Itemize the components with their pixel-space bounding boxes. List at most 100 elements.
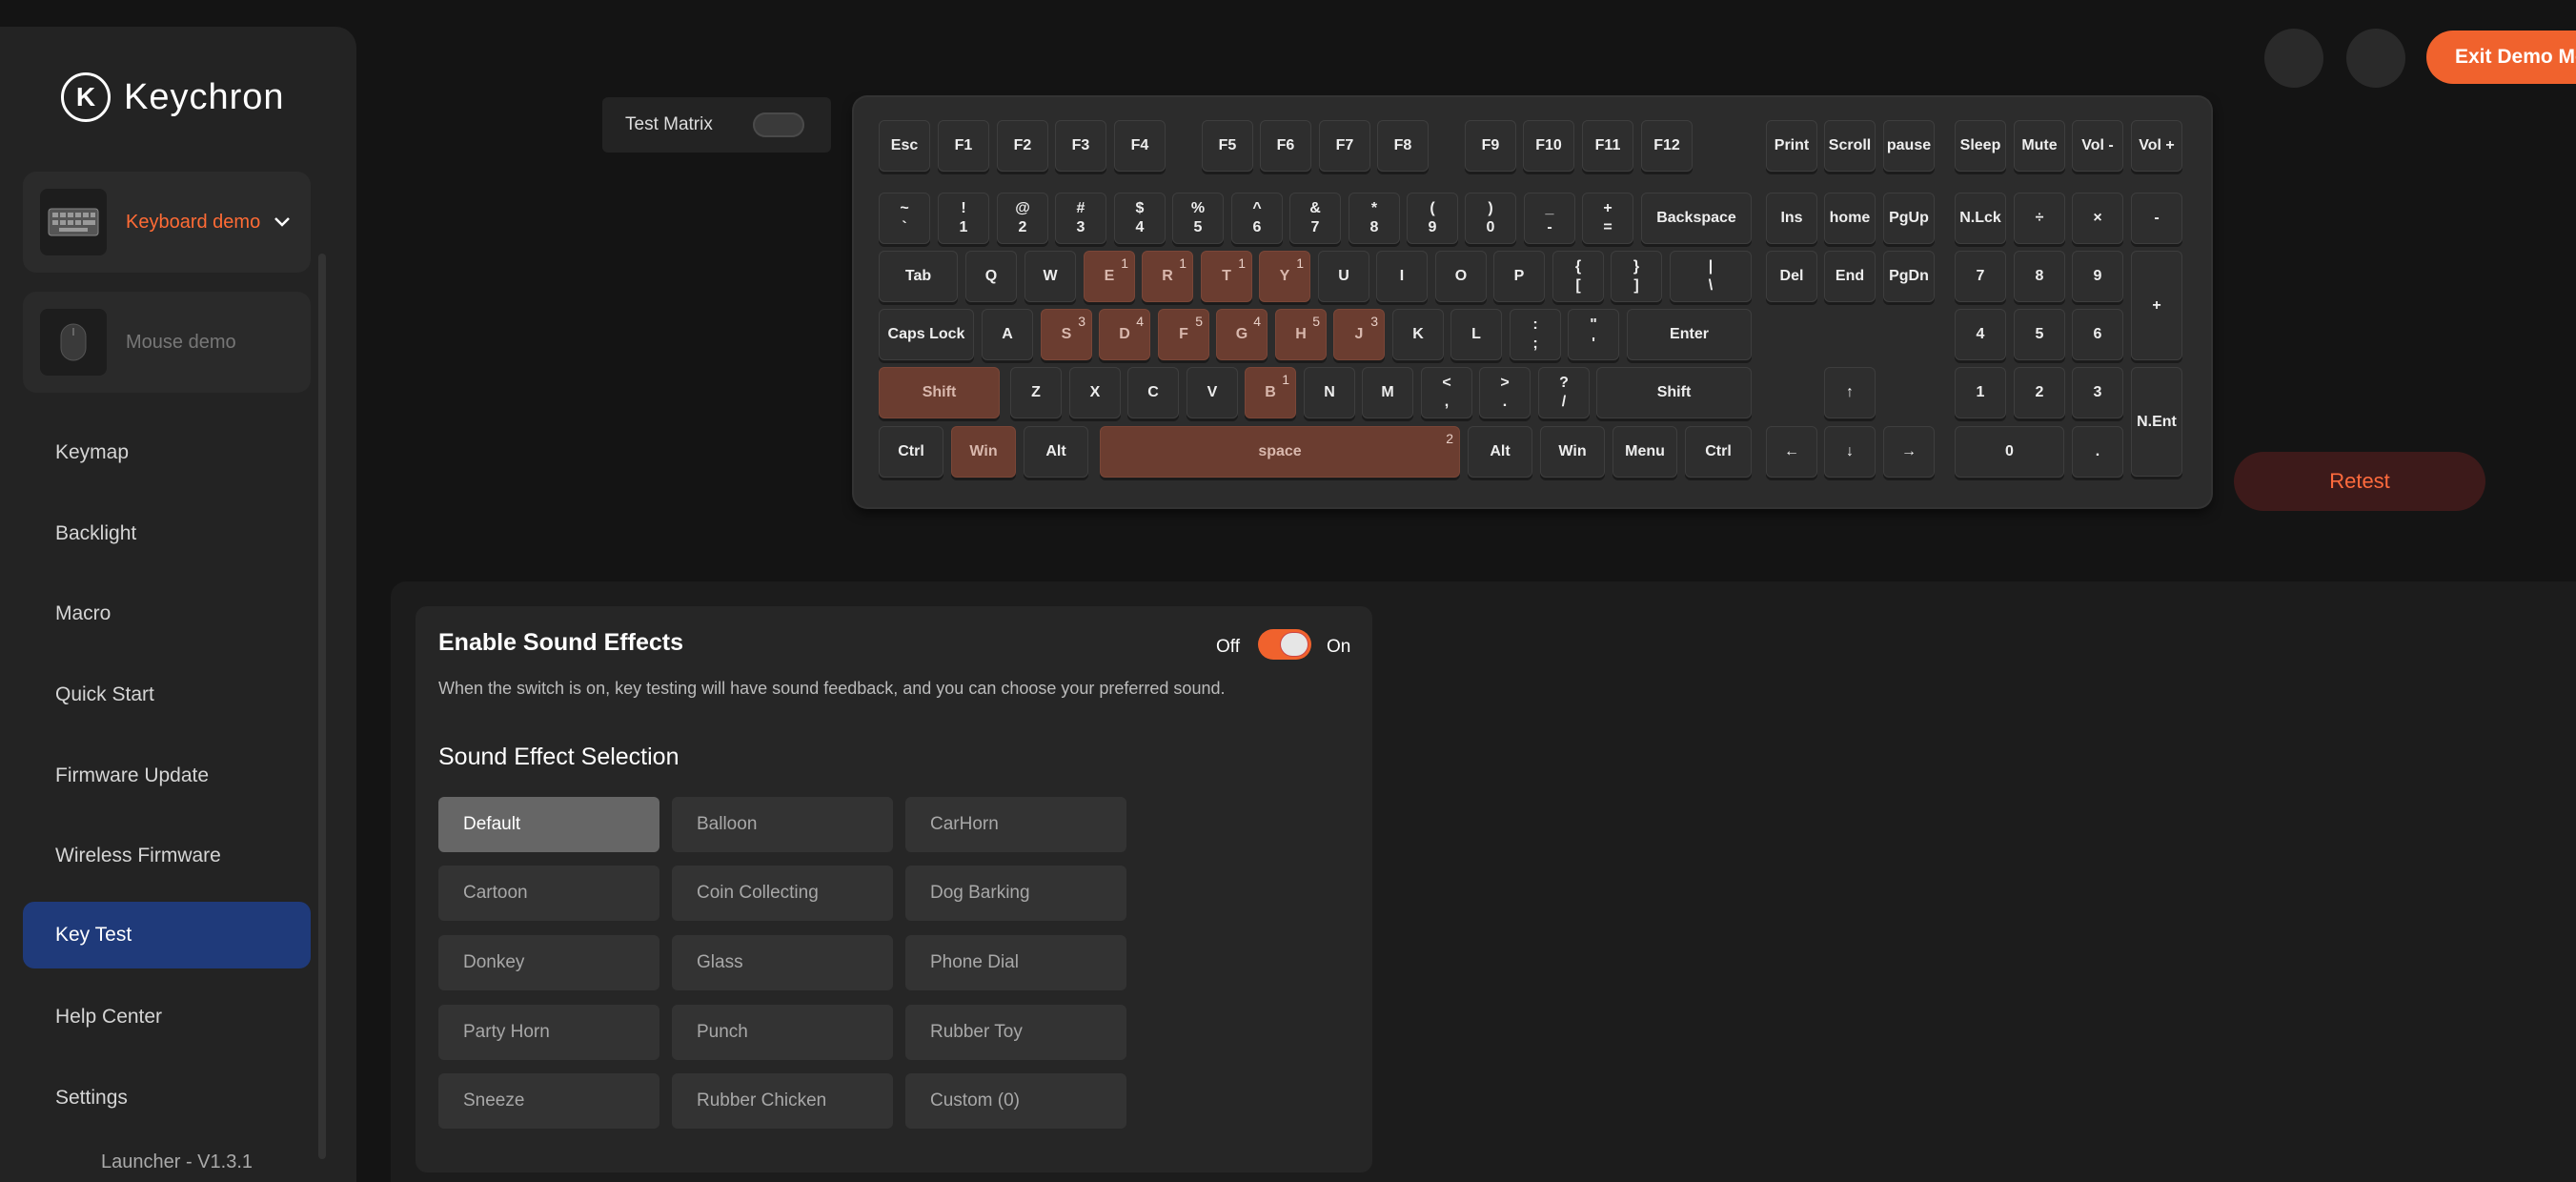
key: 9 (2072, 251, 2123, 302)
key-label: Alt (1490, 443, 1511, 459)
key: Win (1540, 426, 1605, 478)
key: F12 (1641, 120, 1693, 172)
key: Mute (2014, 120, 2065, 172)
sound-option-carhorn[interactable]: CarHorn (905, 797, 1126, 852)
key: K (1392, 309, 1444, 360)
device-label: Mouse demo (126, 331, 236, 353)
key-label: Menu (1625, 443, 1665, 459)
key-sublabel: 5 (1193, 219, 1203, 235)
key-label: Vol + (2139, 137, 2175, 153)
sidebar-item-keymap[interactable]: Keymap (23, 419, 311, 486)
device-mouse-demo[interactable]: Mouse demo (23, 292, 311, 393)
key: Win (951, 426, 1016, 478)
chevron-down-icon[interactable] (274, 213, 291, 233)
sidebar-scrollbar[interactable] (318, 254, 326, 1159)
key: home (1824, 193, 1876, 244)
key: 3 (2072, 367, 2123, 418)
sound-option-sneeze[interactable]: Sneeze (438, 1073, 659, 1129)
key-label: F12 (1653, 137, 1680, 153)
sidebar-item-settings[interactable]: Settings (23, 1065, 311, 1131)
key: F4 (1114, 120, 1166, 172)
key: Ins (1766, 193, 1817, 244)
key-sublabel: = (1603, 219, 1613, 235)
sidebar-item-help-center[interactable]: Help Center (23, 984, 311, 1050)
key-label: X (1089, 384, 1101, 400)
switch-off-label: Off (1216, 637, 1240, 657)
key: I (1376, 251, 1428, 302)
header-circle-button[interactable] (2346, 29, 2405, 88)
device-label: Keyboard demo (126, 211, 261, 233)
key: F5 (1158, 309, 1209, 360)
key-sublabel: 3 (1076, 219, 1085, 235)
key-sublabel: ] (1633, 277, 1639, 294)
key: Alt (1468, 426, 1532, 478)
key-label: { (1574, 258, 1582, 275)
exit-demo-mode-button[interactable]: Exit Demo Mode (2426, 31, 2576, 84)
key: Print (1766, 120, 1817, 172)
key: 8 (2014, 251, 2065, 302)
key-label: 4 (1976, 326, 1985, 342)
key: F2 (997, 120, 1048, 172)
key-label: % (1190, 200, 1206, 216)
sound-option-donkey[interactable]: Donkey (438, 935, 659, 990)
sound-option-balloon[interactable]: Balloon (672, 797, 893, 852)
key-label: Z (1031, 384, 1041, 400)
header-circle-button[interactable] (2264, 29, 2323, 88)
key-sublabel: . (1502, 394, 1508, 410)
key-press-count: 3 (1370, 314, 1378, 329)
key-label: Enter (1670, 326, 1709, 342)
key: % 5 (1172, 193, 1224, 244)
key-label: F11 (1594, 137, 1621, 153)
sound-option-cartoon[interactable]: Cartoon (438, 866, 659, 921)
key-label: Shift (1656, 384, 1692, 400)
key-press-count: 1 (1296, 255, 1304, 271)
key: + = (1582, 193, 1633, 244)
sound-option-punch[interactable]: Punch (672, 1005, 893, 1060)
key: A (982, 309, 1033, 360)
key-label: B (1265, 384, 1276, 400)
key: F9 (1465, 120, 1516, 172)
sidebar-item-firmware-update[interactable]: Firmware Update (23, 743, 311, 809)
sound-option-rubber-toy[interactable]: Rubber Toy (905, 1005, 1126, 1060)
key-label: ↑ (1846, 384, 1854, 400)
test-matrix-toggle[interactable] (753, 112, 804, 137)
key-label: - (2154, 210, 2160, 226)
key-label: Tab (904, 268, 932, 284)
retest-button[interactable]: Retest (2234, 452, 2485, 511)
key-label: & (1309, 200, 1321, 216)
key-label: Sleep (1959, 137, 2001, 153)
key-label: F7 (1335, 137, 1354, 153)
sidebar-item-wireless-firmware[interactable]: Wireless Firmware (23, 823, 311, 889)
sound-option-glass[interactable]: Glass (672, 935, 893, 990)
key: J3 (1333, 309, 1385, 360)
sound-option-phone-dial[interactable]: Phone Dial (905, 935, 1126, 990)
sidebar-item-key-test[interactable]: Key Test (23, 902, 311, 968)
key-label: F8 (1393, 137, 1412, 153)
key-label: W (1043, 268, 1058, 284)
sound-option-coin-collecting[interactable]: Coin Collecting (672, 866, 893, 921)
sidebar-item-macro[interactable]: Macro (23, 581, 311, 647)
sidebar-item-backlight[interactable]: Backlight (23, 500, 311, 567)
sound-option-party-horn[interactable]: Party Horn (438, 1005, 659, 1060)
test-matrix-label: Test Matrix (625, 114, 713, 134)
sound-selection-title: Sound Effect Selection (438, 744, 679, 770)
device-keyboard-demo[interactable]: Keyboard demo (23, 172, 311, 273)
key-label: | (1708, 258, 1714, 275)
key: ↑ (1824, 367, 1876, 418)
key: Caps Lock (879, 309, 974, 360)
key-label: Ctrl (898, 443, 924, 459)
key: End (1824, 251, 1876, 302)
sidebar-item-quick-start[interactable]: Quick Start (23, 662, 311, 728)
sound-option-default[interactable]: Default (438, 797, 659, 852)
switch-knob[interactable] (1281, 633, 1308, 656)
sound-option-custom-0[interactable]: Custom (0) (905, 1073, 1126, 1129)
sound-option-rubber-chicken[interactable]: Rubber Chicken (672, 1073, 893, 1129)
key: F6 (1260, 120, 1311, 172)
key-label: F10 (1535, 137, 1562, 153)
key: Q (965, 251, 1017, 302)
sound-option-dog-barking[interactable]: Dog Barking (905, 866, 1126, 921)
key-label: I (1399, 268, 1405, 284)
keychron-logo: K Keychron (61, 72, 285, 122)
keychron-logo-icon: K (61, 72, 111, 122)
key: PgDn (1883, 251, 1935, 302)
